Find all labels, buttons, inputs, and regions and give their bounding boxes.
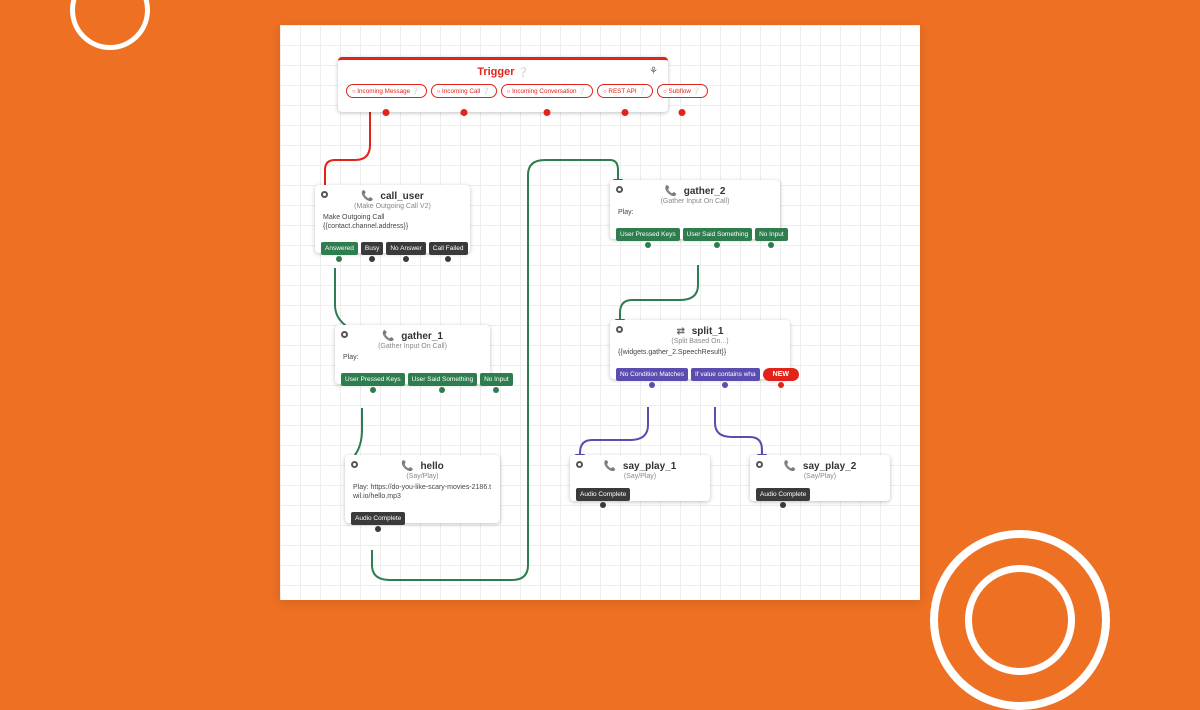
port-user-said-something[interactable]: User Said Something — [683, 228, 752, 241]
phone-icon: 📞 — [604, 461, 616, 472]
widget-title: 📞 gather_2 — [610, 180, 780, 197]
decor-circle-top-left — [70, 0, 150, 50]
widget-subtitle: (Say/Play) — [345, 473, 500, 480]
widget-body: Play: — [335, 350, 490, 371]
flow-canvas[interactable]: Trigger ❔ ⚘ Incoming Message ❔ Incoming … — [280, 25, 920, 600]
port-no-input[interactable]: No Input — [480, 373, 513, 386]
help-icon: ❔ — [518, 67, 529, 77]
port-if-value-contains[interactable]: If value contains wha — [691, 368, 760, 381]
input-port[interactable] — [756, 461, 763, 468]
widget-gather-1[interactable]: 📞 gather_1 (Gather Input On Call) Play: … — [335, 325, 490, 384]
widget-subtitle: (Say/Play) — [750, 473, 890, 480]
new-condition-button[interactable]: NEW — [763, 368, 799, 381]
widget-body: Play: https://do-you-like-scary-movies-2… — [345, 480, 500, 510]
widget-call-user[interactable]: 📞 call_user (Make Outgoing Call V2) Make… — [315, 185, 470, 253]
widget-hello[interactable]: 📞 hello (Say/Play) Play: https://do-you-… — [345, 455, 500, 523]
port-user-pressed-keys[interactable]: User Pressed Keys — [616, 228, 680, 241]
trigger-title: Trigger ❔ — [338, 60, 668, 78]
trigger-port-rest-api[interactable]: REST API ❔ — [597, 84, 653, 98]
port-no-input[interactable]: No Input — [755, 228, 788, 241]
phone-icon: 📞 — [361, 191, 373, 202]
input-port[interactable] — [351, 461, 358, 468]
phone-icon: 📞 — [382, 331, 394, 342]
widget-gather-2[interactable]: 📞 gather_2 (Gather Input On Call) Play: … — [610, 180, 780, 239]
widget-subtitle: (Split Based On...) — [610, 338, 790, 345]
port-user-said-something[interactable]: User Said Something — [408, 373, 477, 386]
output-ports: Audio Complete — [750, 488, 890, 501]
widget-title: 📞 gather_1 — [335, 325, 490, 342]
trigger-port-subflow[interactable]: Subflow ❔ — [657, 84, 707, 98]
phone-icon: 📞 — [665, 186, 677, 197]
output-ports: Audio Complete — [345, 512, 500, 525]
phone-icon: 📞 — [784, 461, 796, 472]
widget-subtitle: (Make Outgoing Call V2) — [315, 203, 470, 210]
trigger-ports: Incoming Message ❔ Incoming Call ❔ Incom… — [338, 78, 668, 98]
input-port[interactable] — [616, 186, 623, 193]
port-audio-complete[interactable]: Audio Complete — [756, 488, 810, 501]
decor-circle-bottom-right-inner — [965, 565, 1075, 675]
port-no-condition-matches[interactable]: No Condition Matches — [616, 368, 688, 381]
trigger-port-incoming-call[interactable]: Incoming Call ❔ — [431, 84, 497, 98]
output-ports: User Pressed Keys User Said Something No… — [335, 373, 490, 386]
widget-subtitle: (Gather Input On Call) — [335, 343, 490, 350]
widget-body: Make Outgoing Call {{contact.channel.add… — [315, 210, 470, 240]
widget-say-play-2[interactable]: 📞 say_play_2 (Say/Play) Audio Complete — [750, 455, 890, 501]
widget-body: {{widgets.gather_2.SpeechResult}} — [610, 345, 790, 366]
widget-title: ⇄ split_1 — [610, 320, 790, 337]
port-call-failed[interactable]: Call Failed — [429, 242, 468, 255]
output-ports: Audio Complete — [570, 488, 710, 501]
widget-body: Play: — [610, 205, 780, 226]
widget-title: 📞 say_play_2 — [750, 455, 890, 472]
port-busy[interactable]: Busy — [361, 242, 383, 255]
port-audio-complete[interactable]: Audio Complete — [576, 488, 630, 501]
trigger-widget[interactable]: Trigger ❔ ⚘ Incoming Message ❔ Incoming … — [338, 57, 668, 112]
port-audio-complete[interactable]: Audio Complete — [351, 512, 405, 525]
input-port[interactable] — [616, 326, 623, 333]
phone-icon: 📞 — [401, 461, 413, 472]
share-icon[interactable]: ⚘ — [649, 66, 658, 77]
split-icon: ⇄ — [677, 326, 685, 337]
output-ports: No Condition Matches If value contains w… — [610, 368, 790, 381]
port-user-pressed-keys[interactable]: User Pressed Keys — [341, 373, 405, 386]
port-no-answer[interactable]: No Answer — [386, 242, 425, 255]
port-answered[interactable]: Answered — [321, 242, 358, 255]
widget-title: 📞 hello — [345, 455, 500, 472]
widget-title: 📞 say_play_1 — [570, 455, 710, 472]
widget-split-1[interactable]: ⇄ split_1 (Split Based On...) {{widgets.… — [610, 320, 790, 379]
output-ports: User Pressed Keys User Said Something No… — [610, 228, 780, 241]
input-port[interactable] — [321, 191, 328, 198]
input-port[interactable] — [576, 461, 583, 468]
output-ports: Answered Busy No Answer Call Failed — [315, 242, 470, 255]
trigger-port-incoming-message[interactable]: Incoming Message ❔ — [346, 84, 427, 98]
input-port[interactable] — [341, 331, 348, 338]
widget-say-play-1[interactable]: 📞 say_play_1 (Say/Play) Audio Complete — [570, 455, 710, 501]
widget-title: 📞 call_user — [315, 185, 470, 202]
trigger-port-incoming-conversation[interactable]: Incoming Conversation ❔ — [501, 84, 593, 98]
widget-subtitle: (Gather Input On Call) — [610, 198, 780, 205]
widget-subtitle: (Say/Play) — [570, 473, 710, 480]
